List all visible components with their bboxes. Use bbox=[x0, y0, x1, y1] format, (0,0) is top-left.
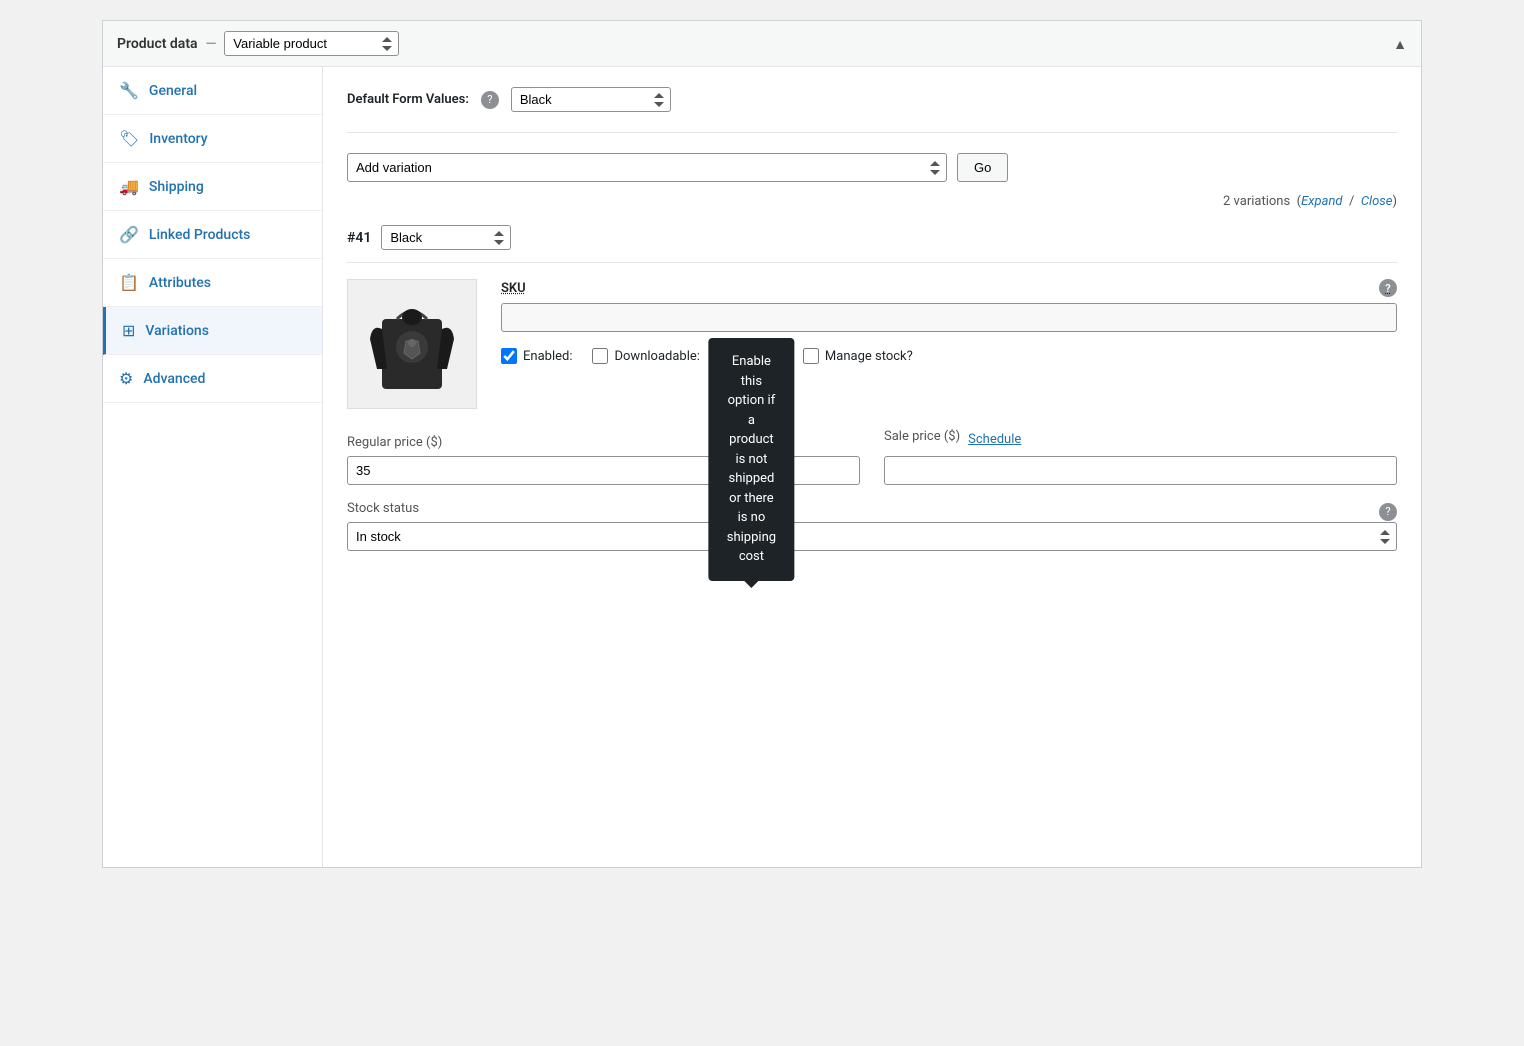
regular-price-input[interactable] bbox=[347, 456, 860, 485]
stock-section: Stock status ? In stock Out of stock On … bbox=[347, 501, 1397, 551]
stock-status-label: Stock status bbox=[347, 501, 419, 516]
sku-input[interactable] bbox=[501, 303, 1397, 332]
downloadable-checkbox-label[interactable]: Downloadable: bbox=[592, 348, 699, 364]
sale-price-input[interactable] bbox=[884, 456, 1397, 485]
sidebar-item-attributes[interactable]: 📋 Attributes bbox=[103, 259, 322, 307]
variation-image[interactable] bbox=[347, 279, 477, 409]
add-variation-row: Add variation Add all variations Remove … bbox=[347, 153, 1397, 182]
virtual-label: Virtual: bbox=[742, 349, 783, 364]
sale-price-header: Sale price ($) Schedule bbox=[884, 429, 1397, 450]
product-data-body: 🔧 General 🏷 Inventory 🚚 Shipping 🔗 Linke… bbox=[103, 67, 1421, 867]
sidebar-item-linked-products[interactable]: 🔗 Linked Products bbox=[103, 211, 322, 259]
gear-icon: ⚙ bbox=[119, 369, 133, 388]
tag-icon: 🏷 bbox=[119, 129, 139, 148]
sidebar-label-linked: Linked Products bbox=[149, 227, 250, 243]
default-form-values-row: Default Form Values: ? Black White Red B… bbox=[347, 87, 1397, 133]
sale-price-label: Sale price ($) bbox=[884, 429, 960, 444]
product-type-select[interactable]: Variable product Simple product External… bbox=[224, 31, 399, 56]
schedule-link[interactable]: Schedule bbox=[968, 432, 1021, 447]
product-data-label: Product data bbox=[117, 36, 198, 52]
enabled-checkbox[interactable] bbox=[501, 348, 517, 364]
main-content: Default Form Values: ? Black White Red B… bbox=[323, 67, 1421, 867]
default-form-label: Default Form Values: bbox=[347, 92, 469, 107]
checkboxes-row: Enabled: Downloadable: Virtual: bbox=[501, 348, 1397, 364]
wrench-icon: 🔧 bbox=[119, 81, 139, 100]
sidebar-item-inventory[interactable]: 🏷 Inventory bbox=[103, 115, 322, 163]
downloadable-checkbox[interactable] bbox=[592, 348, 608, 364]
default-form-select[interactable]: Black White Red Blue bbox=[511, 87, 671, 112]
product-data-panel: Product data — Variable product Simple p… bbox=[102, 20, 1422, 868]
sidebar-label-attributes: Attributes bbox=[149, 275, 211, 291]
default-form-help-icon[interactable]: ? bbox=[481, 91, 499, 109]
sidebar-label-variations: Variations bbox=[145, 323, 209, 339]
sidebar-label-shipping: Shipping bbox=[149, 179, 204, 195]
sidebar-item-general[interactable]: 🔧 General bbox=[103, 67, 322, 115]
list-icon: 📋 bbox=[119, 273, 139, 292]
sku-label-row: SKU ? bbox=[501, 279, 1397, 297]
go-button[interactable]: Go bbox=[957, 153, 1008, 182]
variation-action-select[interactable]: Add variation Add all variations Remove … bbox=[347, 153, 947, 182]
count-text: 2 variations bbox=[1223, 194, 1290, 209]
regular-price-label: Regular price ($) bbox=[347, 435, 860, 450]
enabled-checkbox-label[interactable]: Enabled: bbox=[501, 348, 572, 364]
sidebar: 🔧 General 🏷 Inventory 🚚 Shipping 🔗 Linke… bbox=[103, 67, 323, 867]
variation-id: #41 bbox=[347, 230, 371, 246]
variations-count: 2 variations (Expand / Close) bbox=[347, 194, 1397, 209]
downloadable-label: Downloadable: bbox=[614, 349, 699, 364]
sidebar-item-shipping[interactable]: 🚚 Shipping bbox=[103, 163, 322, 211]
truck-icon: 🚚 bbox=[119, 177, 139, 196]
sidebar-item-advanced[interactable]: ⚙ Advanced bbox=[103, 355, 322, 403]
expand-link[interactable]: Expand bbox=[1301, 194, 1342, 209]
sale-price-field: Sale price ($) Schedule bbox=[884, 429, 1397, 485]
variation-fields: SKU ? Enabled: Downloadable: bbox=[501, 279, 1397, 409]
sku-text: SKU bbox=[501, 281, 526, 296]
link-icon: 🔗 bbox=[119, 225, 139, 244]
sidebar-label-advanced: Advanced bbox=[143, 371, 205, 387]
stock-status-help-icon[interactable]: ? bbox=[1379, 503, 1397, 521]
manage-stock-checkbox-label[interactable]: Manage stock? bbox=[803, 348, 913, 364]
close-link[interactable]: Close bbox=[1361, 194, 1393, 209]
sidebar-label-inventory: Inventory bbox=[149, 131, 207, 147]
stock-status-header: Stock status ? bbox=[347, 501, 1397, 522]
sidebar-label-general: General bbox=[149, 83, 197, 99]
variation-color-select[interactable]: Black White bbox=[381, 225, 511, 250]
enabled-label: Enabled: bbox=[523, 349, 572, 364]
virtual-checkbox[interactable] bbox=[720, 348, 736, 364]
virtual-checkbox-label[interactable]: Virtual: bbox=[720, 348, 783, 364]
virtual-tooltip-container: Virtual: Enable this option if a product… bbox=[720, 348, 783, 364]
prices-row: Regular price ($) Sale price ($) Schedul… bbox=[347, 429, 1397, 485]
sidebar-item-variations[interactable]: ⊞ Variations bbox=[103, 307, 322, 355]
sku-help-icon[interactable]: ? bbox=[1379, 279, 1397, 297]
product-data-header: Product data — Variable product Simple p… bbox=[103, 21, 1421, 67]
variation-header-row: #41 Black White bbox=[347, 225, 1397, 263]
grid-icon: ⊞ bbox=[122, 321, 135, 340]
regular-price-field: Regular price ($) bbox=[347, 435, 860, 485]
collapse-button[interactable]: ▲ bbox=[1393, 36, 1407, 52]
hoodie-svg bbox=[362, 289, 462, 399]
stock-status-select[interactable]: In stock Out of stock On backorder bbox=[347, 522, 1397, 551]
title-separator: — bbox=[206, 36, 217, 52]
manage-stock-label: Manage stock? bbox=[825, 349, 913, 364]
variation-body: SKU ? Enabled: Downloadable: bbox=[347, 279, 1397, 409]
product-data-title-area: Product data — Variable product Simple p… bbox=[117, 31, 399, 56]
manage-stock-checkbox[interactable] bbox=[803, 348, 819, 364]
